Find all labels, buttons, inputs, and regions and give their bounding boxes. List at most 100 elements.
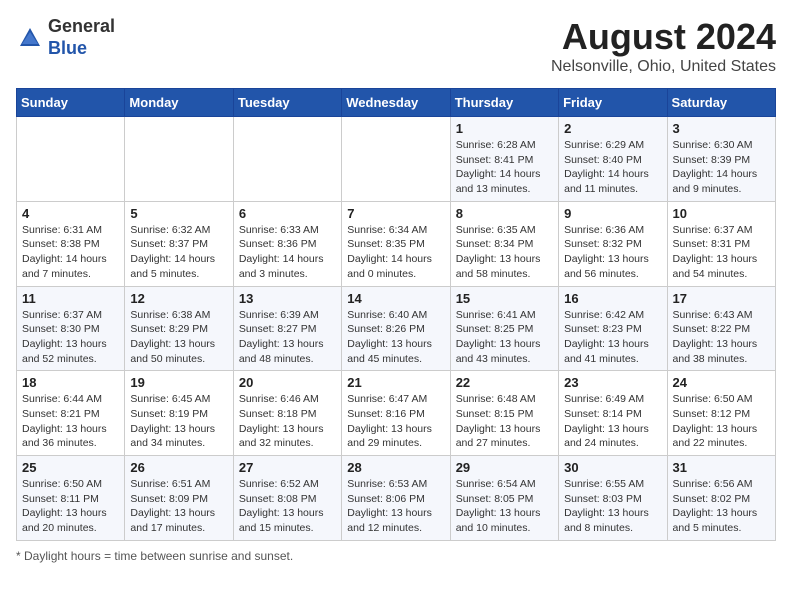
calendar-cell: 26 Sunrise: 6:51 AM Sunset: 8:09 PM Dayli…	[125, 456, 233, 541]
calendar-cell: 17 Sunrise: 6:43 AM Sunset: 8:22 PM Dayli…	[667, 286, 775, 371]
day-number: 30	[564, 460, 661, 475]
calendar-cell: 13Sunrise: 6:39 AM Sunset: 8:27 PM Dayli…	[233, 286, 341, 371]
day-info: Sunrise: 6:54 AM Sunset: 8:05 PM Dayligh…	[456, 477, 553, 536]
calendar-cell: 10Sunrise: 6:37 AM Sunset: 8:31 PM Dayli…	[667, 201, 775, 286]
day-of-week-header: Thursday	[450, 89, 558, 117]
day-info: Sunrise: 6:50 AM Sunset: 8:11 PM Dayligh…	[22, 477, 119, 536]
day-of-week-header: Tuesday	[233, 89, 341, 117]
day-info: Sunrise: 6:43 AM Sunset: 8:22 PM Dayligh…	[673, 308, 770, 367]
day-number: 5	[130, 206, 227, 221]
day-info: Sunrise: 6:31 AM Sunset: 8:38 PM Dayligh…	[22, 223, 119, 282]
day-info: Sunrise: 6:30 AM Sunset: 8:39 PM Dayligh…	[673, 138, 770, 197]
day-info: Sunrise: 6:51 AM Sunset: 8:09 PM Dayligh…	[130, 477, 227, 536]
calendar-cell: 9Sunrise: 6:36 AM Sunset: 8:32 PM Daylig…	[559, 201, 667, 286]
logo-general-text: General	[48, 16, 115, 36]
calendar-cell: 31 Sunrise: 6:56 AM Sunset: 8:02 PM Dayli…	[667, 456, 775, 541]
month-title: August 2024	[551, 16, 776, 58]
calendar-cell: 22Sunrise: 6:48 AM Sunset: 8:15 PM Dayli…	[450, 371, 558, 456]
day-info: Sunrise: 6:37 AM Sunset: 8:30 PM Dayligh…	[22, 308, 119, 367]
calendar-cell: 5 Sunrise: 6:32 AM Sunset: 8:37 PM Daylig…	[125, 201, 233, 286]
calendar-cell: 14 Sunrise: 6:40 AM Sunset: 8:26 PM Dayli…	[342, 286, 450, 371]
calendar-cell: 3 Sunrise: 6:30 AM Sunset: 8:39 PM Daylig…	[667, 117, 775, 202]
calendar-cell: 12 Sunrise: 6:38 AM Sunset: 8:29 PM Dayli…	[125, 286, 233, 371]
calendar-cell: 29 Sunrise: 6:54 AM Sunset: 8:05 PM Dayli…	[450, 456, 558, 541]
day-info: Sunrise: 6:47 AM Sunset: 8:16 PM Dayligh…	[347, 392, 444, 451]
calendar-table: SundayMondayTuesdayWednesdayThursdayFrid…	[16, 88, 776, 541]
logo: General Blue	[16, 16, 115, 59]
calendar-cell: 30 Sunrise: 6:55 AM Sunset: 8:03 PM Dayli…	[559, 456, 667, 541]
day-number: 21	[347, 375, 444, 390]
day-info: Sunrise: 6:41 AM Sunset: 8:25 PM Dayligh…	[456, 308, 553, 367]
day-info: Sunrise: 6:34 AM Sunset: 8:35 PM Dayligh…	[347, 223, 444, 282]
day-number: 19	[130, 375, 227, 390]
day-number: 17	[673, 291, 770, 306]
day-number: 16	[564, 291, 661, 306]
day-of-week-header: Friday	[559, 89, 667, 117]
day-info: Sunrise: 6:32 AM Sunset: 8:37 PM Dayligh…	[130, 223, 227, 282]
day-info: Sunrise: 6:28 AM Sunset: 8:41 PM Dayligh…	[456, 138, 553, 197]
page-header: General Blue August 2024 Nelsonville, Oh…	[16, 16, 776, 76]
day-number: 6	[239, 206, 336, 221]
day-info: Sunrise: 6:40 AM Sunset: 8:26 PM Dayligh…	[347, 308, 444, 367]
day-number: 15	[456, 291, 553, 306]
day-info: Sunrise: 6:37 AM Sunset: 8:31 PM Dayligh…	[673, 223, 770, 282]
calendar-cell	[17, 117, 125, 202]
day-number: 25	[22, 460, 119, 475]
calendar-cell: 16 Sunrise: 6:42 AM Sunset: 8:23 PM Dayli…	[559, 286, 667, 371]
day-of-week-header: Saturday	[667, 89, 775, 117]
calendar-cell: 28 Sunrise: 6:53 AM Sunset: 8:06 PM Dayli…	[342, 456, 450, 541]
calendar-cell	[125, 117, 233, 202]
day-info: Sunrise: 6:33 AM Sunset: 8:36 PM Dayligh…	[239, 223, 336, 282]
day-number: 8	[456, 206, 553, 221]
calendar-cell	[342, 117, 450, 202]
day-info: Sunrise: 6:35 AM Sunset: 8:34 PM Dayligh…	[456, 223, 553, 282]
day-number: 9	[564, 206, 661, 221]
calendar-cell: 6 Sunrise: 6:33 AM Sunset: 8:36 PM Daylig…	[233, 201, 341, 286]
day-number: 26	[130, 460, 227, 475]
calendar-cell: 18Sunrise: 6:44 AM Sunset: 8:21 PM Dayli…	[17, 371, 125, 456]
day-info: Sunrise: 6:42 AM Sunset: 8:23 PM Dayligh…	[564, 308, 661, 367]
day-info: Sunrise: 6:39 AM Sunset: 8:27 PM Dayligh…	[239, 308, 336, 367]
day-info: Sunrise: 6:53 AM Sunset: 8:06 PM Dayligh…	[347, 477, 444, 536]
calendar-cell: 21 Sunrise: 6:47 AM Sunset: 8:16 PM Dayli…	[342, 371, 450, 456]
day-info: Sunrise: 6:29 AM Sunset: 8:40 PM Dayligh…	[564, 138, 661, 197]
day-number: 12	[130, 291, 227, 306]
logo-icon	[16, 24, 44, 52]
day-number: 22	[456, 375, 553, 390]
day-number: 14	[347, 291, 444, 306]
day-number: 11	[22, 291, 119, 306]
day-info: Sunrise: 6:45 AM Sunset: 8:19 PM Dayligh…	[130, 392, 227, 451]
day-number: 29	[456, 460, 553, 475]
day-number: 27	[239, 460, 336, 475]
day-of-week-header: Wednesday	[342, 89, 450, 117]
day-info: Sunrise: 6:38 AM Sunset: 8:29 PM Dayligh…	[130, 308, 227, 367]
calendar-cell: 7 Sunrise: 6:34 AM Sunset: 8:35 PM Daylig…	[342, 201, 450, 286]
day-number: 28	[347, 460, 444, 475]
day-of-week-header: Monday	[125, 89, 233, 117]
calendar-cell: 11 Sunrise: 6:37 AM Sunset: 8:30 PM Dayli…	[17, 286, 125, 371]
calendar-cell: 25 Sunrise: 6:50 AM Sunset: 8:11 PM Dayli…	[17, 456, 125, 541]
day-number: 24	[673, 375, 770, 390]
day-info: Sunrise: 6:56 AM Sunset: 8:02 PM Dayligh…	[673, 477, 770, 536]
day-number: 3	[673, 121, 770, 136]
title-area: August 2024 Nelsonville, Ohio, United St…	[551, 16, 776, 76]
calendar-cell: 2 Sunrise: 6:29 AM Sunset: 8:40 PM Daylig…	[559, 117, 667, 202]
day-number: 4	[22, 206, 119, 221]
day-of-week-header: Sunday	[17, 89, 125, 117]
calendar-cell: 24 Sunrise: 6:50 AM Sunset: 8:12 PM Dayli…	[667, 371, 775, 456]
calendar-cell: 20Sunrise: 6:46 AM Sunset: 8:18 PM Dayli…	[233, 371, 341, 456]
calendar-cell: 15 Sunrise: 6:41 AM Sunset: 8:25 PM Dayli…	[450, 286, 558, 371]
calendar-cell: 4 Sunrise: 6:31 AM Sunset: 8:38 PM Daylig…	[17, 201, 125, 286]
calendar-cell	[233, 117, 341, 202]
day-number: 1	[456, 121, 553, 136]
day-info: Sunrise: 6:46 AM Sunset: 8:18 PM Dayligh…	[239, 392, 336, 451]
day-number: 2	[564, 121, 661, 136]
day-number: 7	[347, 206, 444, 221]
day-number: 31	[673, 460, 770, 475]
location-title: Nelsonville, Ohio, United States	[551, 58, 776, 76]
day-info: Sunrise: 6:50 AM Sunset: 8:12 PM Dayligh…	[673, 392, 770, 451]
day-number: 18	[22, 375, 119, 390]
calendar-cell: 8 Sunrise: 6:35 AM Sunset: 8:34 PM Daylig…	[450, 201, 558, 286]
day-info: Sunrise: 6:55 AM Sunset: 8:03 PM Dayligh…	[564, 477, 661, 536]
footer-note: * Daylight hours = time between sunrise …	[16, 549, 776, 563]
